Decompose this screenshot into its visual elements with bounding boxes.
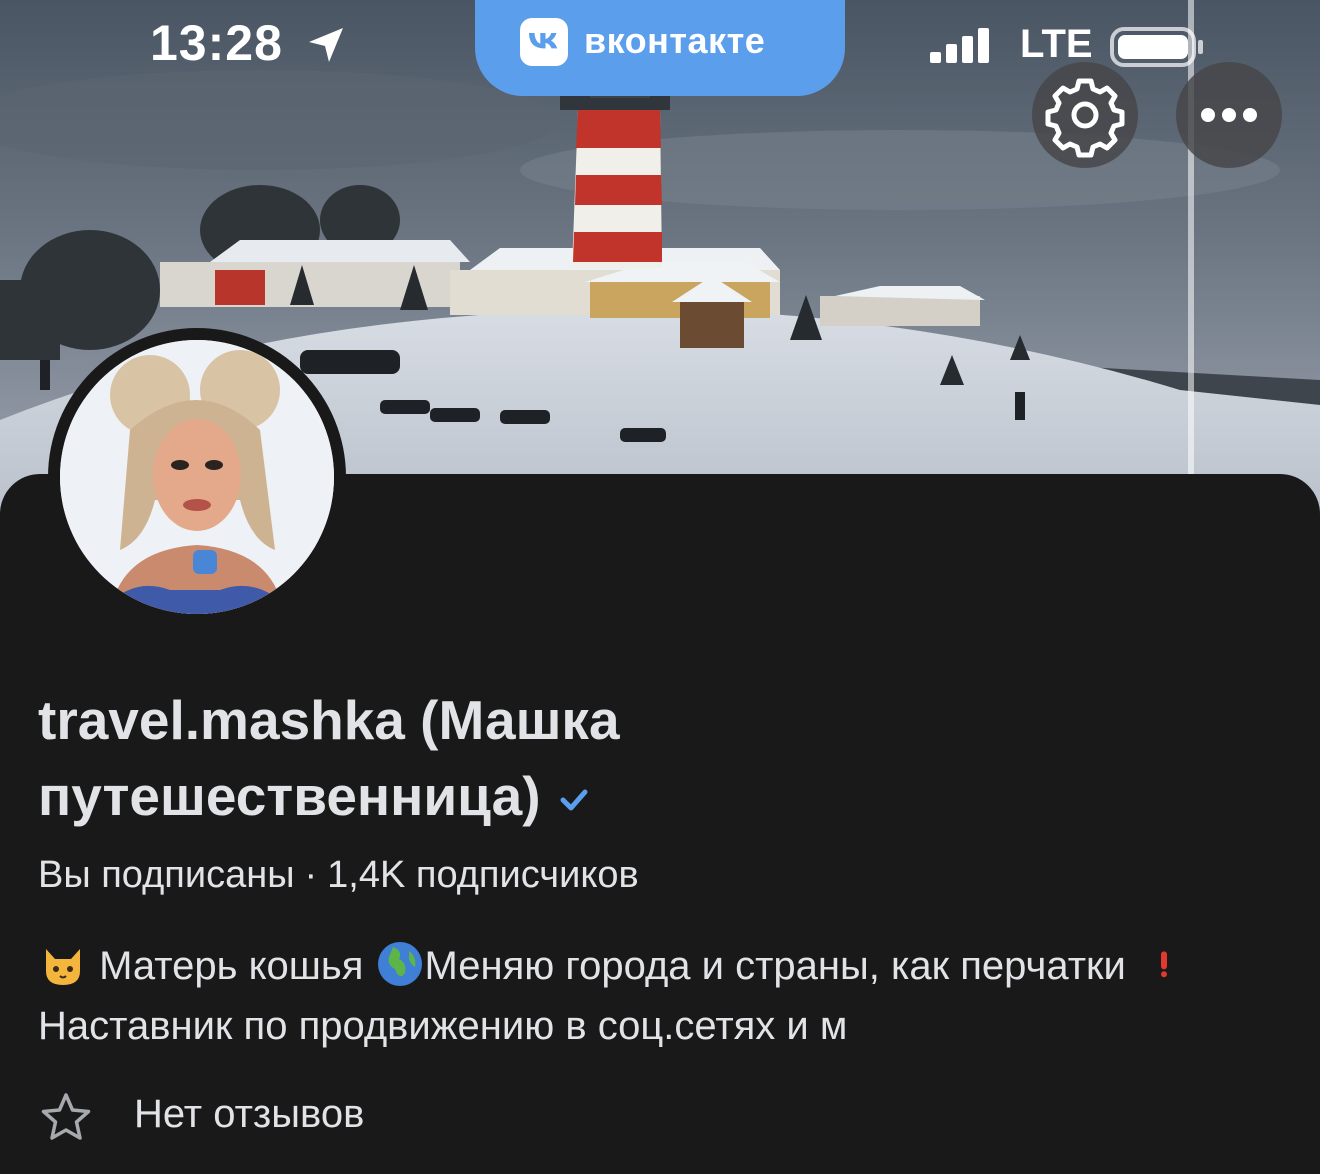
bio-part-2: Меняю города и страны, как перчатки (424, 944, 1126, 988)
avatar[interactable] (60, 340, 334, 614)
meta-separator: · (304, 854, 318, 896)
vk-logo-icon (520, 18, 568, 66)
more-dots-icon (1201, 108, 1257, 122)
more-button[interactable] (1176, 62, 1282, 168)
settings-button[interactable] (1032, 62, 1138, 168)
globe-icon (377, 942, 422, 986)
bio-part-3: Наставник по продвижению в соц.сетях и м (38, 1004, 848, 1048)
network-type: LTE (1020, 22, 1093, 66)
location-arrow-icon (309, 28, 343, 62)
verified-check-icon[interactable] (557, 783, 591, 817)
subscription-meta: Вы подписаны · 1,4K подписчиков (38, 854, 639, 897)
subscription-status[interactable]: Вы подписаны (38, 854, 295, 896)
signal-icon (930, 28, 989, 63)
status-time: 13:28 (150, 15, 283, 71)
profile-bio[interactable]: Матерь кошья Меняю города и страны, как … (38, 936, 1278, 1056)
cat-face-icon (46, 949, 80, 985)
profile-name-text: travel.mashka (Машка путешественница) (38, 689, 620, 827)
reviews-label: Нет отзывов (134, 1092, 365, 1136)
followers-count[interactable]: 1,4K подписчиков (327, 854, 639, 896)
reviews-row[interactable]: Нет отзывов (38, 1086, 638, 1146)
gear-icon (1045, 78, 1125, 158)
vk-pill-label[interactable]: вконтакте (584, 20, 765, 62)
star-icon (41, 1093, 91, 1140)
bio-part-1: Матерь кошья (99, 944, 364, 988)
exclamation-icon (1161, 951, 1167, 978)
profile-name: travel.mashka (Машка путешественница) (38, 682, 798, 834)
